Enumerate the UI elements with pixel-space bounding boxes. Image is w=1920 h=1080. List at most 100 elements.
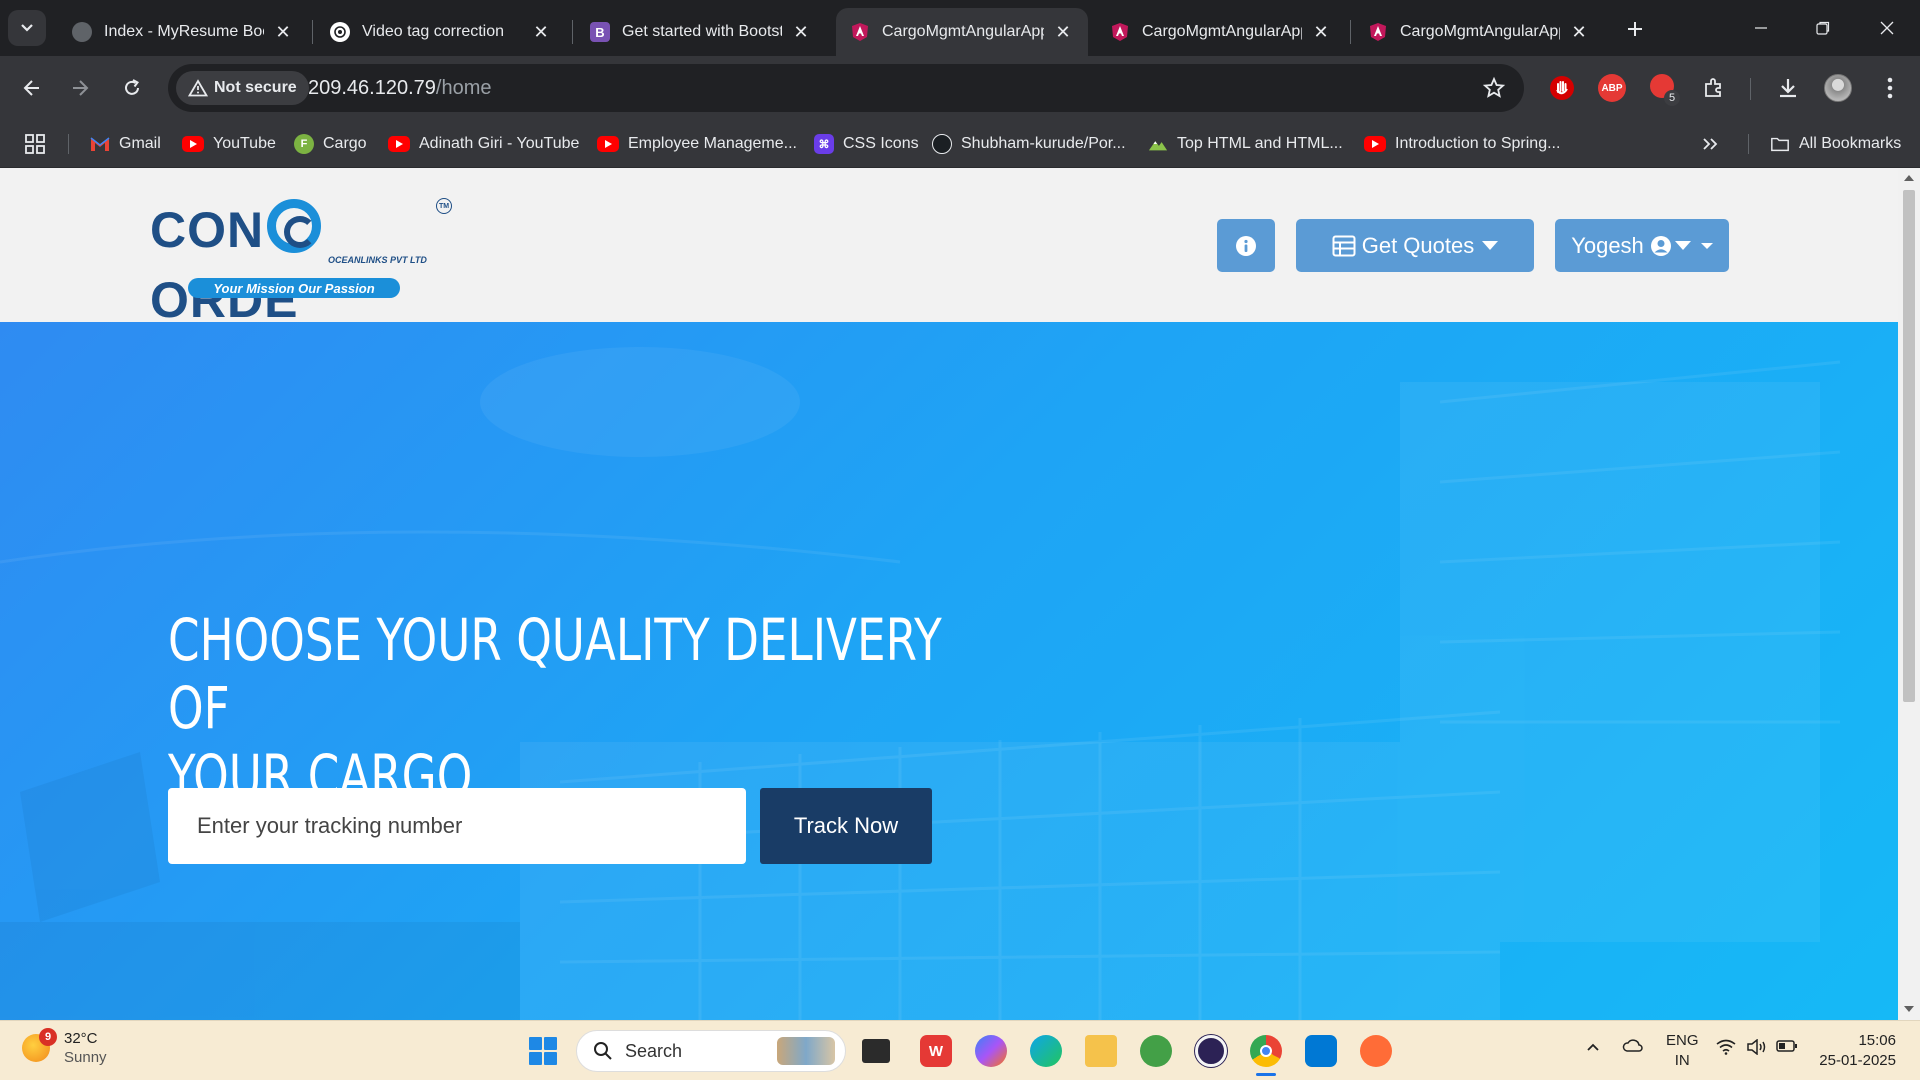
angular-icon (1110, 22, 1130, 42)
tray-overflow-icon[interactable] (1586, 1039, 1600, 1056)
tab-cargo-3[interactable]: CargoMgmtAngularApp ✕ (1354, 8, 1604, 56)
download-icon[interactable] (1770, 70, 1806, 106)
new-tab-button[interactable] (1618, 12, 1652, 46)
stop-hand-extension-icon[interactable] (1544, 70, 1580, 106)
tab-bootstrap[interactable]: B Get started with Bootst ✕ (576, 8, 826, 56)
adblock-plus-badge: ABP (1598, 74, 1626, 102)
page-scrollbar[interactable] (1898, 168, 1920, 1020)
tab-title: CargoMgmtAngularApp (882, 23, 1044, 40)
close-icon[interactable]: ✕ (272, 22, 294, 43)
tab-cargo-active[interactable]: CargoMgmtAngularApp ✕ (836, 8, 1088, 56)
css-icons-icon: ⌘ (814, 134, 834, 154)
wifi-icon[interactable] (1716, 1039, 1736, 1059)
bookmark-employee-management[interactable]: Employee Manageme... (597, 132, 797, 156)
get-quotes-button[interactable]: Get Quotes (1296, 219, 1534, 272)
site-logo[interactable]: CONORDE TM OCEANLINKS PVT LTD Your Missi… (150, 195, 460, 328)
weather-widget[interactable]: 9 32°C Sunny (22, 1028, 107, 1067)
scrollbar-thumb[interactable] (1903, 190, 1915, 702)
back-button[interactable] (12, 68, 52, 108)
bookmark-cargo[interactable]: F Cargo (294, 132, 367, 156)
language-indicator[interactable]: ENG IN (1666, 1031, 1699, 1071)
tab-title: Video tag correction (362, 23, 505, 40)
folder-icon (1770, 134, 1790, 154)
user-name-label: Yogesh (1571, 232, 1644, 258)
address-bar[interactable]: Not secure 209.46.120.79/home (168, 64, 1524, 112)
eclipse-icon[interactable] (1195, 1035, 1227, 1067)
angular-icon (850, 22, 870, 42)
user-menu-button[interactable]: Yogesh (1555, 219, 1729, 272)
spring-tool-icon[interactable] (1140, 1035, 1172, 1067)
tab-index-myresume[interactable]: Index - MyResume Boot ✕ (58, 8, 308, 56)
info-button[interactable] (1217, 219, 1275, 272)
sun-icon: 9 (22, 1028, 57, 1062)
extension-badge-icon[interactable]: 5 (1646, 70, 1682, 106)
wps-office-icon[interactable]: W (920, 1035, 952, 1067)
tracking-number-input[interactable] (168, 788, 746, 864)
bookmarks-overflow-icon[interactable] (1702, 132, 1718, 156)
track-now-button[interactable]: Track Now (760, 788, 932, 864)
postman-icon[interactable] (1360, 1035, 1392, 1067)
adblock-plus-extension-icon[interactable]: ABP (1594, 70, 1630, 106)
bookmark-youtube[interactable]: YouTube (182, 132, 276, 156)
bookmark-adinath-giri[interactable]: Adinath Giri - YouTube (388, 132, 579, 156)
close-window-button[interactable] (1856, 0, 1918, 56)
logo-subtitle: OCEANLINKS PVT LTD (328, 255, 427, 265)
forward-button[interactable] (60, 68, 100, 108)
profile-avatar[interactable] (1820, 70, 1856, 106)
battery-icon[interactable] (1776, 1039, 1798, 1057)
taskbar-clock[interactable]: 15:06 25-01-2025 (1810, 1031, 1896, 1071)
extension-badge-count: 5 (1664, 90, 1680, 106)
reload-button[interactable] (112, 68, 152, 108)
close-icon[interactable]: ✕ (1568, 22, 1590, 43)
bookmark-spring-intro[interactable]: Introduction to Spring... (1364, 132, 1560, 156)
bookmark-top-html[interactable]: Top HTML and HTML... (1148, 132, 1343, 156)
logo-wordmark-left: CON (150, 202, 265, 258)
caret-down-icon (1674, 241, 1691, 250)
bookmark-css-icons[interactable]: ⌘ CSS Icons (814, 132, 919, 156)
tab-title: Index - MyResume Boot (104, 23, 264, 40)
scroll-up-arrow-icon[interactable] (1904, 175, 1914, 181)
all-bookmarks-label: All Bookmarks (1799, 135, 1902, 152)
toolbar-divider (1750, 78, 1751, 100)
close-icon[interactable]: ✕ (1052, 22, 1074, 43)
apps-grid-icon[interactable] (24, 132, 46, 156)
chevron-down-icon (21, 24, 33, 32)
onedrive-status-icon[interactable] (1622, 1037, 1644, 1059)
arrow-left-icon (23, 80, 39, 96)
url-text[interactable]: 209.46.120.79/home (308, 77, 492, 100)
url-path: /home (435, 77, 492, 99)
bookmark-github[interactable]: Shubham-kurude/Por... (932, 132, 1126, 156)
restore-button[interactable] (1792, 0, 1854, 56)
web-page: CONORDE TM OCEANLINKS PVT LTD Your Missi… (0, 168, 1898, 1020)
scroll-down-arrow-icon[interactable] (1904, 1006, 1914, 1012)
volume-icon[interactable] (1746, 1038, 1768, 1059)
weather-badge: 9 (39, 1028, 57, 1046)
edge-icon[interactable] (1030, 1035, 1062, 1067)
extensions-puzzle-icon[interactable] (1696, 70, 1732, 106)
tab-cargo-2[interactable]: CargoMgmtAngularApp ✕ (1096, 8, 1346, 56)
all-bookmarks[interactable]: All Bookmarks (1770, 132, 1901, 156)
minimize-icon (1755, 27, 1767, 29)
security-chip[interactable]: Not secure (176, 71, 309, 105)
bookmark-gmail[interactable]: Gmail (90, 132, 161, 156)
tab-video-tag[interactable]: Video tag correction ✕ (316, 8, 566, 56)
site-header: CONORDE TM OCEANLINKS PVT LTD Your Missi… (0, 168, 1898, 328)
get-quotes-label: Get Quotes (1361, 232, 1475, 258)
file-explorer-icon[interactable] (1085, 1035, 1117, 1067)
task-view-icon[interactable] (862, 1039, 890, 1063)
browser-menu-icon[interactable] (1872, 70, 1908, 106)
close-icon[interactable]: ✕ (530, 22, 552, 43)
taskbar-search-label: Search (625, 1040, 683, 1061)
close-icon[interactable]: ✕ (790, 22, 812, 43)
clock-date: 25-01-2025 (1819, 1052, 1896, 1069)
close-icon[interactable]: ✕ (1310, 22, 1332, 43)
windows-start-icon[interactable] (529, 1037, 557, 1065)
vscode-icon[interactable] (1305, 1035, 1337, 1067)
bookmark-star-icon[interactable] (1482, 76, 1506, 105)
minimize-button[interactable] (1730, 0, 1792, 56)
tab-search-button[interactable] (8, 10, 46, 46)
taskbar-search[interactable]: Search (576, 1030, 846, 1072)
chrome-icon[interactable] (1250, 1035, 1282, 1067)
logo-wordmark: CONORDE (150, 195, 460, 335)
copilot-icon[interactable] (975, 1035, 1007, 1067)
